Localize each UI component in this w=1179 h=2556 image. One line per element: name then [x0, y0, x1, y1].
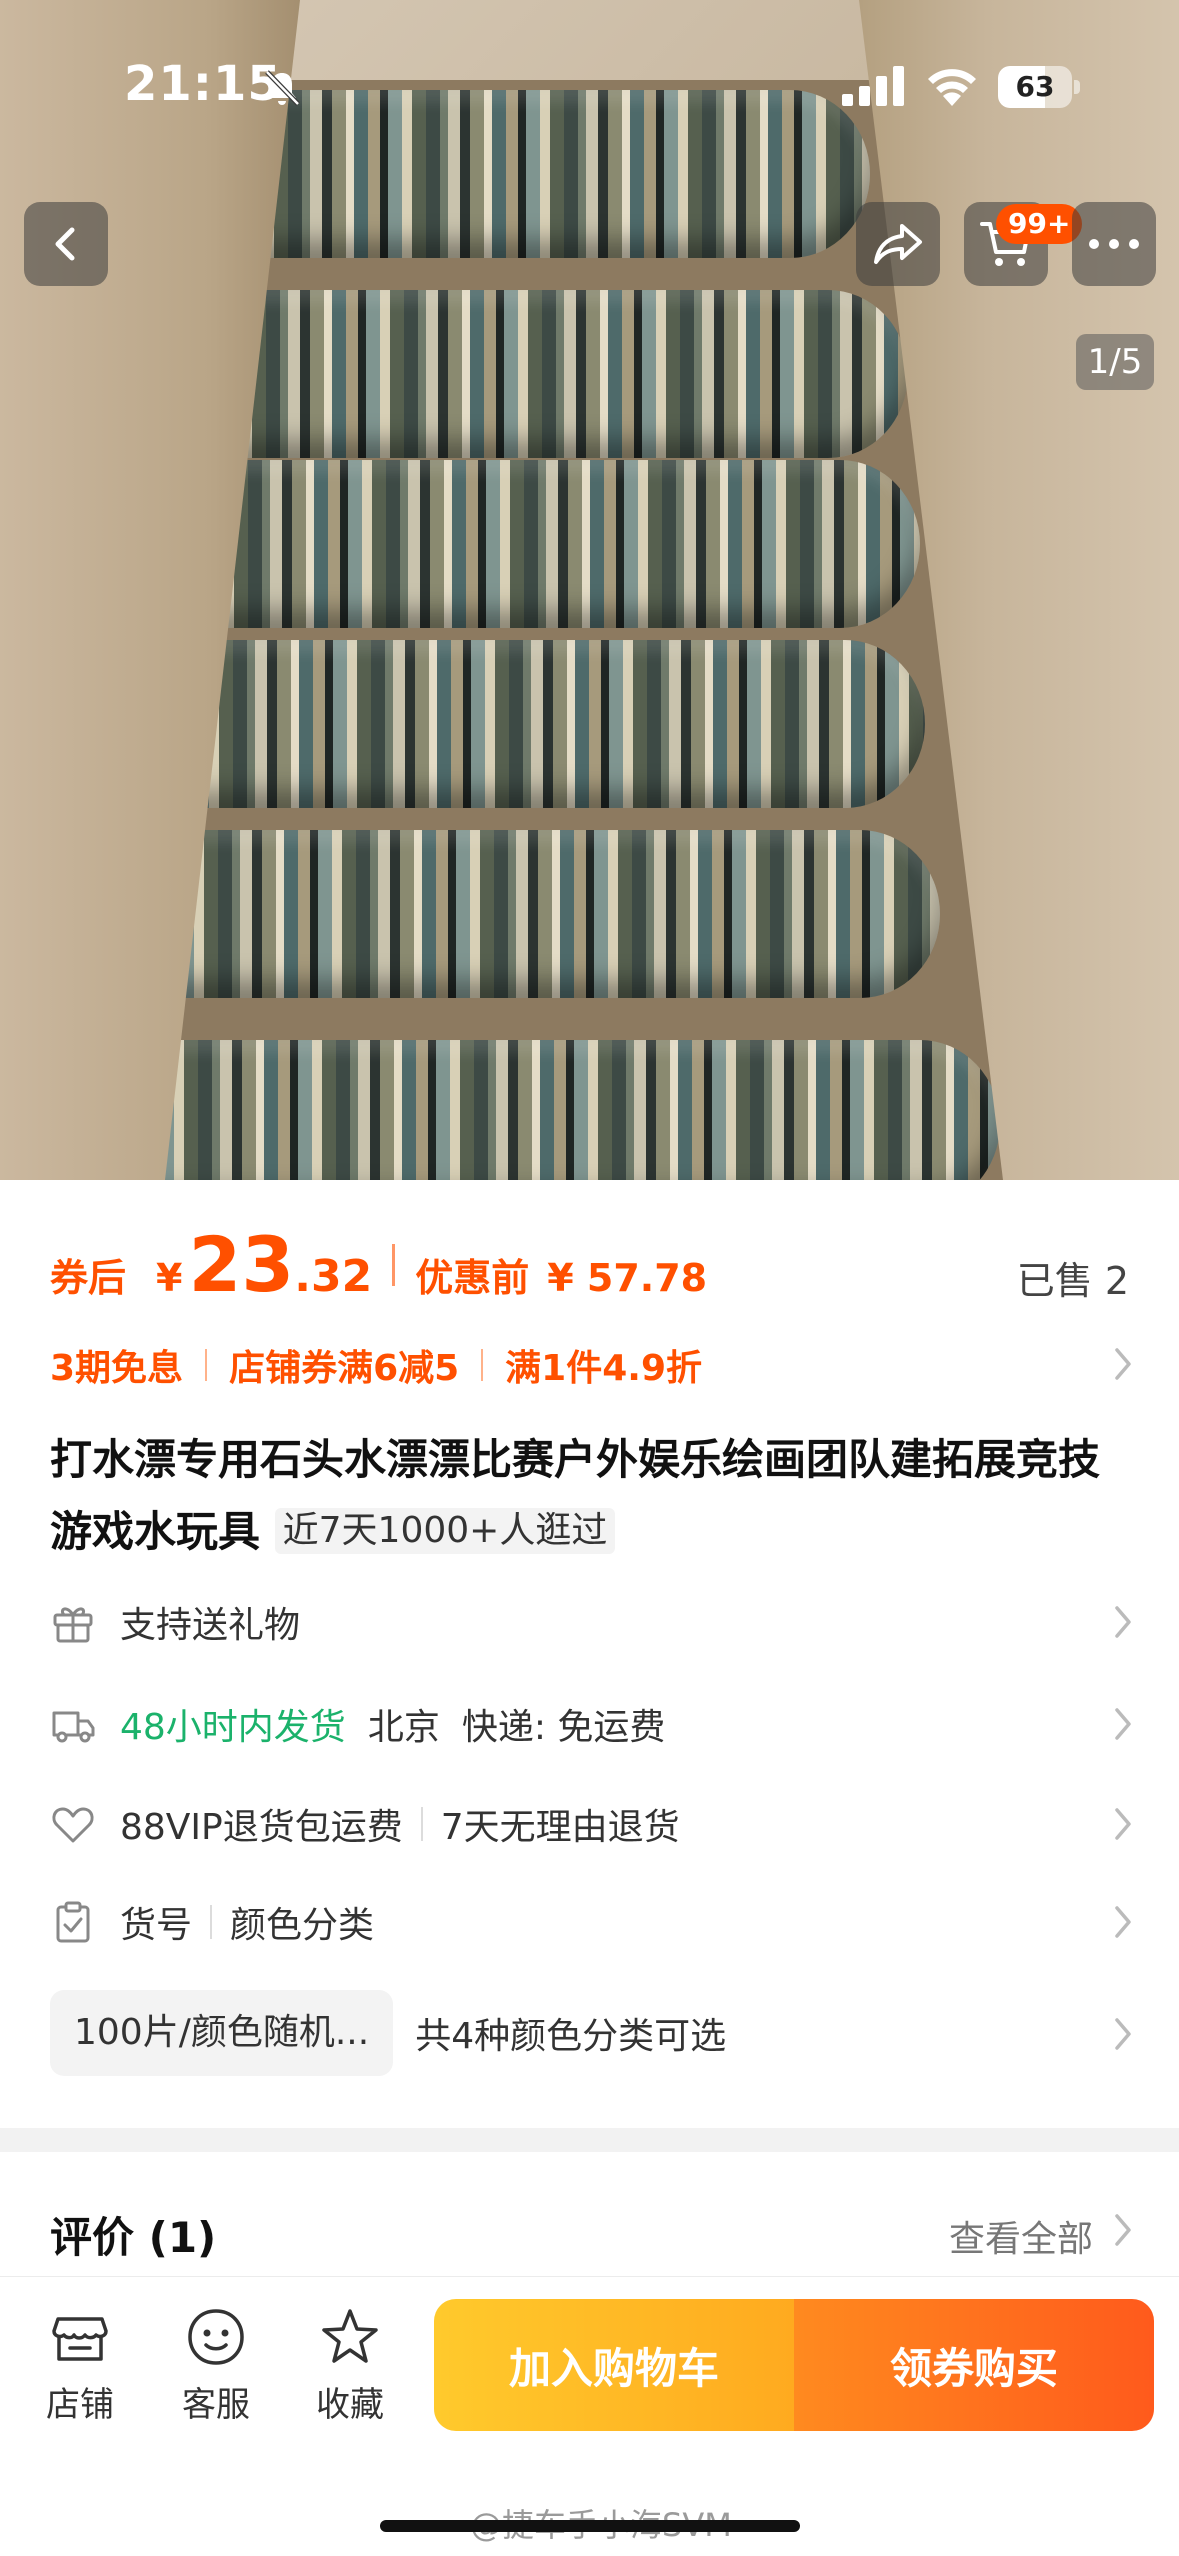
params-row[interactable]: 货号 颜色分类	[50, 1892, 1130, 1952]
image-page-indicator: 1/5	[1076, 334, 1154, 390]
claim-coupon-buy-button[interactable]: 领券购买	[794, 2299, 1154, 2431]
price-prefix: 券后	[50, 1256, 127, 1300]
more-dots-icon	[1089, 239, 1139, 249]
share-icon	[874, 224, 922, 264]
price-integer: 23	[188, 1220, 295, 1309]
store-icon	[52, 2317, 108, 2361]
service-smile-icon	[188, 2309, 244, 2365]
battery-icon: 63	[998, 66, 1080, 108]
reviews-title: 评价 (1)	[50, 2213, 217, 2262]
sku-number-label: 货号	[120, 1905, 193, 1946]
more-button[interactable]	[1072, 202, 1156, 286]
status-bar: 21:15 63	[0, 0, 1179, 150]
divider	[210, 1905, 213, 1939]
original-price-label: 优惠前	[415, 1256, 530, 1300]
status-time: 21:15	[124, 56, 282, 112]
original-price-value: ¥ 57.78	[547, 1256, 708, 1300]
price-currency: ¥	[156, 1256, 183, 1300]
promo-row[interactable]: 3期免息 店铺券满6减5 满1件4.9折	[50, 1340, 702, 1390]
chevron-right-icon	[1115, 1808, 1131, 1840]
stone-row	[60, 1040, 1000, 1180]
price-row: 券后 ¥ 23 .32 优惠前 ¥ 57.78	[50, 1220, 707, 1310]
sku-summary: 共4种颜色分类可选	[415, 2016, 727, 2057]
cart-count-badge: 99+	[996, 204, 1083, 244]
battery-percent: 63	[1015, 70, 1055, 103]
chevron-right-icon	[1115, 2214, 1131, 2246]
visit-count-tag: 近7天1000+人逛过	[274, 1508, 616, 1554]
sku-selector[interactable]: 100片/颜色随机... 共4种颜色分类可选	[50, 1990, 726, 2076]
divider	[420, 1807, 423, 1841]
heart-icon	[52, 1807, 94, 1843]
gift-label: 支持送礼物	[120, 1605, 301, 1646]
return-policy-row[interactable]: 88VIP退货包运费 7天无理由退货	[50, 1794, 1130, 1854]
signal-icon	[842, 66, 904, 106]
chevron-right-icon	[1115, 2018, 1131, 2050]
product-image[interactable]	[0, 0, 1179, 1180]
divider	[205, 1349, 208, 1381]
chevron-right-icon	[1115, 1348, 1131, 1380]
divider	[481, 1349, 484, 1381]
share-button[interactable]	[856, 202, 940, 286]
back-button[interactable]	[24, 202, 108, 286]
chevron-right-icon	[1115, 1708, 1131, 1740]
clipboard-icon	[56, 1901, 90, 1943]
return-policy: 7天无理由退货	[440, 1807, 680, 1848]
shop-tab[interactable]: 店铺	[30, 2305, 130, 2426]
bell-off-icon	[265, 70, 300, 106]
promo-installment: 3期免息	[50, 1348, 184, 1389]
stone-row	[80, 830, 940, 998]
truck-icon	[52, 1711, 95, 1743]
promo-shop-coupon: 店铺券满6减5	[229, 1348, 460, 1389]
home-indicator	[380, 2520, 800, 2532]
gift-row[interactable]: 支持送礼物	[50, 1592, 1130, 1652]
shipping-row[interactable]: 48小时内发货 北京 快递: 免运费	[50, 1694, 1130, 1754]
selected-sku[interactable]: 100片/颜色随机...	[50, 1990, 394, 2076]
add-to-cart-button[interactable]: 加入购物车	[434, 2299, 794, 2431]
shipping-fee: 快递: 免运费	[461, 1707, 666, 1748]
product-info-card: 券后 ¥ 23 .32 优惠前 ¥ 57.78 已售 2 3期免息 店铺券满6减…	[0, 1180, 1179, 2128]
chevron-left-icon	[55, 227, 75, 261]
shop-tab-label: 店铺	[46, 2385, 114, 2425]
product-title: 打水漂专用石头水漂漂比赛户外娱乐绘画团队建拓展竞技游戏水玩具 近7天1000+人…	[50, 1424, 1140, 1568]
sold-count: 已售 2	[1016, 1259, 1129, 1303]
favorite-tab[interactable]: 收藏	[300, 2305, 400, 2426]
service-tab-label: 客服	[182, 2385, 250, 2425]
divider	[392, 1244, 396, 1286]
favorite-tab-label: 收藏	[316, 2385, 384, 2425]
shipping-origin: 北京	[367, 1707, 440, 1748]
color-category-label: 颜色分类	[230, 1905, 375, 1946]
view-all-reviews-link[interactable]: 查看全部	[949, 2210, 1093, 2262]
promo-discount: 满1件4.9折	[505, 1348, 702, 1389]
chevron-right-icon	[1115, 1906, 1131, 1938]
gift-icon	[53, 1607, 93, 1643]
customer-service-tab[interactable]: 客服	[166, 2305, 266, 2426]
price-decimal: .32	[294, 1251, 373, 1302]
star-icon	[322, 2309, 378, 2363]
wifi-icon	[928, 69, 976, 106]
chevron-right-icon	[1115, 1606, 1131, 1638]
return-vip: 88VIP退货包运费	[120, 1807, 403, 1848]
shipping-time: 48小时内发货	[120, 1707, 346, 1748]
